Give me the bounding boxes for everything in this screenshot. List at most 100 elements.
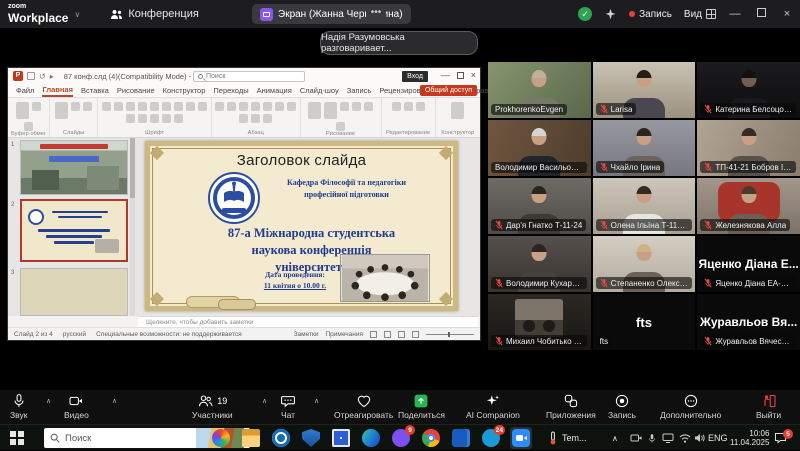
zoom-slider[interactable] (426, 334, 474, 335)
ppt-search-box[interactable]: Поиск (193, 71, 305, 82)
ribbon-group-font[interactable]: Шрифт (98, 98, 212, 137)
participants-button[interactable]: 19 Участники (192, 393, 233, 420)
slide-thumbnail-3[interactable] (20, 268, 128, 316)
screen-share-indicator[interactable]: Экран (Жанна Черкашина) (252, 4, 411, 24)
audio-options-chevron[interactable]: ∧ (46, 397, 51, 405)
tab-insert[interactable]: Вставка (81, 86, 109, 95)
participant-tile[interactable]: Катерина Белсоцова (697, 62, 800, 118)
accessibility-status[interactable]: Специальные возможности: не поддерживает… (96, 331, 241, 338)
slide-thumbnail-2-selected[interactable] (20, 199, 128, 262)
outlook-icon[interactable] (272, 429, 290, 447)
participant-tile[interactable]: ProkhorenkoEvgen (488, 62, 591, 118)
participant-tile[interactable]: Чхайло Ірина (593, 120, 696, 176)
minimize-button[interactable]: — (728, 8, 742, 20)
tab-file[interactable]: Файл (16, 86, 34, 95)
participant-tile[interactable]: Журавльов Вя... Журавльов Вячеслав ... (697, 294, 800, 350)
chevron-down-icon[interactable]: ∨ (74, 10, 80, 19)
more-button[interactable]: Дополнительно (660, 393, 721, 420)
chat-button[interactable]: Чат (280, 393, 296, 420)
media-app-icon[interactable] (332, 429, 350, 447)
browser-icon[interactable]: 24 (482, 429, 500, 447)
ppt-minimize-button[interactable]: — (441, 70, 450, 80)
slide-counter[interactable]: Слайд 2 из 4 (14, 331, 53, 338)
ribbon-group-paragraph[interactable]: Абзац (212, 98, 301, 137)
ppt-close-button[interactable]: × (471, 70, 476, 80)
slideshow-view-icon[interactable] (412, 331, 419, 338)
video-button[interactable]: Видео (64, 393, 89, 420)
tray-camera-icon[interactable] (630, 425, 642, 451)
chrome-icon[interactable] (422, 429, 440, 447)
apps-button[interactable]: Приложения (546, 393, 596, 420)
word-icon[interactable] (452, 429, 470, 447)
maximize-button[interactable] (754, 8, 768, 20)
thumbnail-scrollbar[interactable] (130, 138, 135, 316)
participant-tile[interactable]: Володимир Кухарик Е... (488, 236, 591, 292)
share-screen-button[interactable]: Поделиться (398, 393, 445, 420)
participant-tile[interactable]: Михаил Чобитько Т-1... (488, 294, 591, 350)
volume-icon[interactable] (694, 425, 705, 451)
clock[interactable]: 10:06 11.04.2025 (730, 425, 769, 451)
participant-tile[interactable]: Степаненко Олександ... (593, 236, 696, 292)
language-indicator[interactable]: ENG (708, 425, 728, 451)
close-button[interactable]: × (780, 8, 794, 20)
reading-view-icon[interactable] (398, 331, 405, 338)
notes-button[interactable]: Заметки (294, 331, 319, 338)
tray-expand-chevron[interactable]: ∧ (612, 425, 618, 451)
recording-indicator[interactable]: Запись (629, 9, 672, 20)
security-shield-icon[interactable] (302, 429, 320, 447)
participants-options-chevron[interactable]: ∧ (262, 397, 267, 405)
security-shield-icon[interactable]: ✓ (578, 7, 592, 21)
tab-draw[interactable]: Рисование (117, 86, 155, 95)
notes-placeholder[interactable]: Щелкните, чтобы добавить заметки (138, 316, 478, 327)
zoom-app-active[interactable] (510, 427, 532, 449)
tab-animations[interactable]: Анимация (257, 86, 292, 95)
participant-tile[interactable]: fts fts (593, 294, 696, 350)
participant-tile[interactable]: Железнякова Алла (697, 178, 800, 234)
normal-view-icon[interactable] (370, 331, 377, 338)
participant-tile[interactable]: Дар'я Гнатко Т-11-24 (488, 178, 591, 234)
ppt-share-button[interactable]: Общий доступ (420, 85, 477, 96)
participant-tile[interactable]: Володимир Васильович ... (488, 120, 591, 176)
tab-record[interactable]: Запись (347, 86, 372, 95)
ribbon-group-drawing[interactable]: Рисование (301, 98, 382, 137)
slideshow-icon[interactable]: ▸ (50, 72, 54, 81)
edge-icon[interactable] (362, 429, 380, 447)
notifications-button[interactable]: 5 (774, 425, 797, 451)
sign-in-button[interactable]: Вход (402, 71, 428, 82)
messenger-icon[interactable]: 9 (392, 429, 410, 447)
ppt-maximize-button[interactable] (457, 72, 464, 79)
participant-tile[interactable]: ТП-41-21 Бобров Ілля (697, 120, 800, 176)
participant-tile[interactable]: Олена Ільїна Т-11-24 (593, 178, 696, 234)
ai-sparkle-icon[interactable] (604, 8, 617, 21)
file-explorer-icon[interactable] (242, 429, 260, 447)
start-button[interactable] (10, 431, 24, 445)
wifi-icon[interactable] (679, 425, 691, 451)
ribbon-group-designer[interactable]: Конструктор (436, 98, 480, 137)
tab-slideshow[interactable]: Слайд-шоу (300, 86, 339, 95)
temperature-widget[interactable]: Tem... (548, 425, 587, 451)
slide-title-placeholder[interactable]: Заголовок слайда (150, 152, 453, 169)
comments-button[interactable]: Примечания (325, 331, 363, 338)
chat-options-chevron[interactable]: ∧ (314, 397, 319, 405)
tray-mic-icon[interactable] (648, 425, 656, 451)
ribbon-group-slides[interactable]: Слайды (50, 98, 98, 137)
slide-canvas[interactable]: Заголовок слайда Кафедра Філософії та пе… (145, 141, 458, 311)
share-options-button[interactable]: ••• (366, 4, 386, 24)
video-options-chevron[interactable]: ∧ (112, 397, 117, 405)
ribbon-group-clipboard[interactable]: Буфер обмена (8, 98, 50, 137)
tab-home[interactable]: Главная (42, 85, 73, 97)
undo-icon[interactable]: ↺ (39, 72, 46, 81)
tab-design[interactable]: Конструктор (163, 86, 206, 95)
save-icon[interactable] (27, 72, 35, 80)
ribbon-group-editing[interactable]: Редактирование (382, 98, 436, 137)
slide-sorter-icon[interactable] (384, 331, 391, 338)
copilot-icon[interactable] (212, 429, 230, 447)
ai-companion-button[interactable]: AI Companion (466, 393, 520, 420)
language-indicator[interactable]: русский (63, 331, 86, 338)
tray-display-icon[interactable] (662, 425, 674, 451)
view-button[interactable]: Вид (684, 9, 716, 20)
react-button[interactable]: Отреагировать (334, 393, 393, 420)
participant-tile[interactable]: Яценко Діана Е... Яценко Діана ЕА-11-24 (697, 236, 800, 292)
tab-conference[interactable]: Конференция (110, 8, 198, 20)
slide-thumbnail-1[interactable] (20, 140, 128, 195)
